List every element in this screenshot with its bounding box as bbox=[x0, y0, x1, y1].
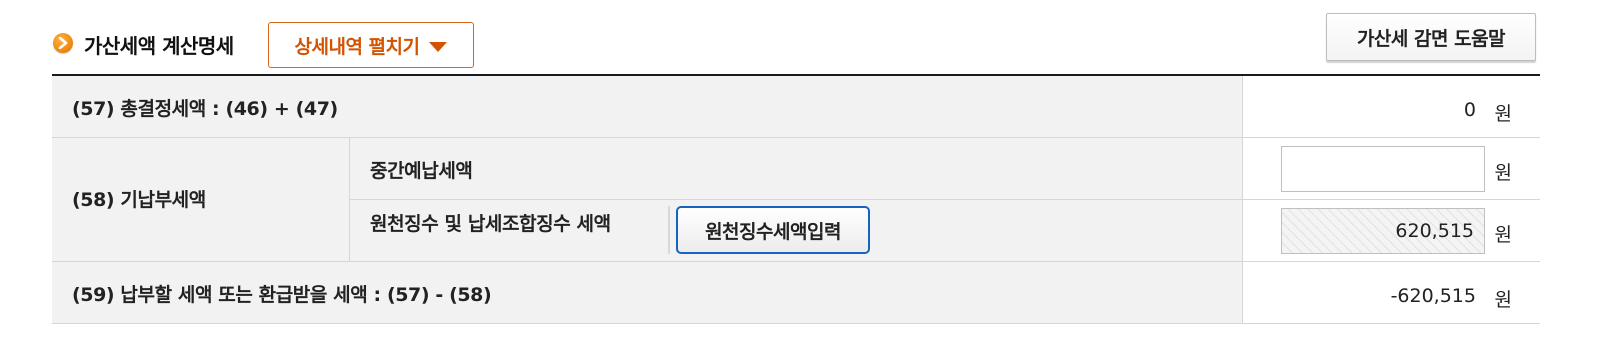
interim-prepaid-tax-value-cell: 원 bbox=[1242, 138, 1540, 200]
withholding-tax-cell: 원천징수 및 납세조합징수 세액 원천징수세액입력 bbox=[350, 200, 1242, 262]
row-57-label-cell: (57) 총결정세액 : (46) + (47) bbox=[52, 76, 1242, 137]
expand-details-label: 상세내역 펼치기 bbox=[294, 35, 420, 58]
interim-prepaid-tax-label: 중간예납세액 bbox=[370, 160, 473, 182]
section-title: 가산세액 계산명세 bbox=[84, 34, 234, 58]
row-57-label: (57) 총결정세액 : (46) + (47) bbox=[72, 98, 338, 120]
chevron-right-circle-icon bbox=[53, 33, 73, 53]
row-57-value-cell: 0 원 bbox=[1242, 76, 1540, 137]
row-57-unit: 원 bbox=[1494, 103, 1512, 125]
table-row-59: (59) 납부할 세액 또는 환급받을 세액 : (57) - (58) -62… bbox=[52, 262, 1540, 324]
expand-details-button[interactable]: 상세내역 펼치기 bbox=[268, 22, 474, 68]
interim-prepaid-tax-unit: 원 bbox=[1494, 162, 1512, 184]
withholding-tax-unit: 원 bbox=[1494, 224, 1512, 246]
row-57-amount: 0 bbox=[1463, 99, 1476, 121]
row-59-unit: 원 bbox=[1494, 289, 1512, 311]
penalty-reduction-help-button[interactable]: 가산세 감면 도움말 bbox=[1326, 13, 1536, 61]
divider bbox=[668, 206, 670, 254]
caret-down-icon bbox=[429, 42, 448, 52]
row-59-label-cell: (59) 납부할 세액 또는 환급받을 세액 : (57) - (58) bbox=[52, 262, 1242, 323]
withholding-tax-input-button[interactable]: 원천징수세액입력 bbox=[676, 206, 870, 254]
row-58-label: (58) 기납부세액 bbox=[72, 189, 206, 211]
interim-prepaid-tax-input[interactable] bbox=[1281, 146, 1485, 192]
row-59-label: (59) 납부할 세액 또는 환급받을 세액 : (57) - (58) bbox=[72, 284, 492, 306]
section-header: 가산세액 계산명세 상세내역 펼치기 가산세 감면 도움말 bbox=[0, 0, 1624, 76]
interim-prepaid-tax-cell: 중간예납세액 bbox=[350, 138, 1242, 200]
withholding-tax-label: 원천징수 및 납세조합징수 세액 bbox=[370, 213, 611, 235]
row-58-label-cell: (58) 기납부세액 bbox=[52, 138, 350, 262]
table-row-58: (58) 기납부세액 중간예납세액 원 원천징수 및 납세조합징수 세액 원천징… bbox=[52, 138, 1540, 262]
table-row-57: (57) 총결정세액 : (46) + (47) 0 원 bbox=[52, 76, 1540, 138]
withholding-tax-value-cell: 620,515 원 bbox=[1242, 200, 1540, 262]
withholding-tax-readonly-field: 620,515 bbox=[1281, 208, 1485, 254]
row-59-value-cell: -620,515 원 bbox=[1242, 262, 1540, 323]
row-59-amount: -620,515 bbox=[1390, 285, 1476, 307]
